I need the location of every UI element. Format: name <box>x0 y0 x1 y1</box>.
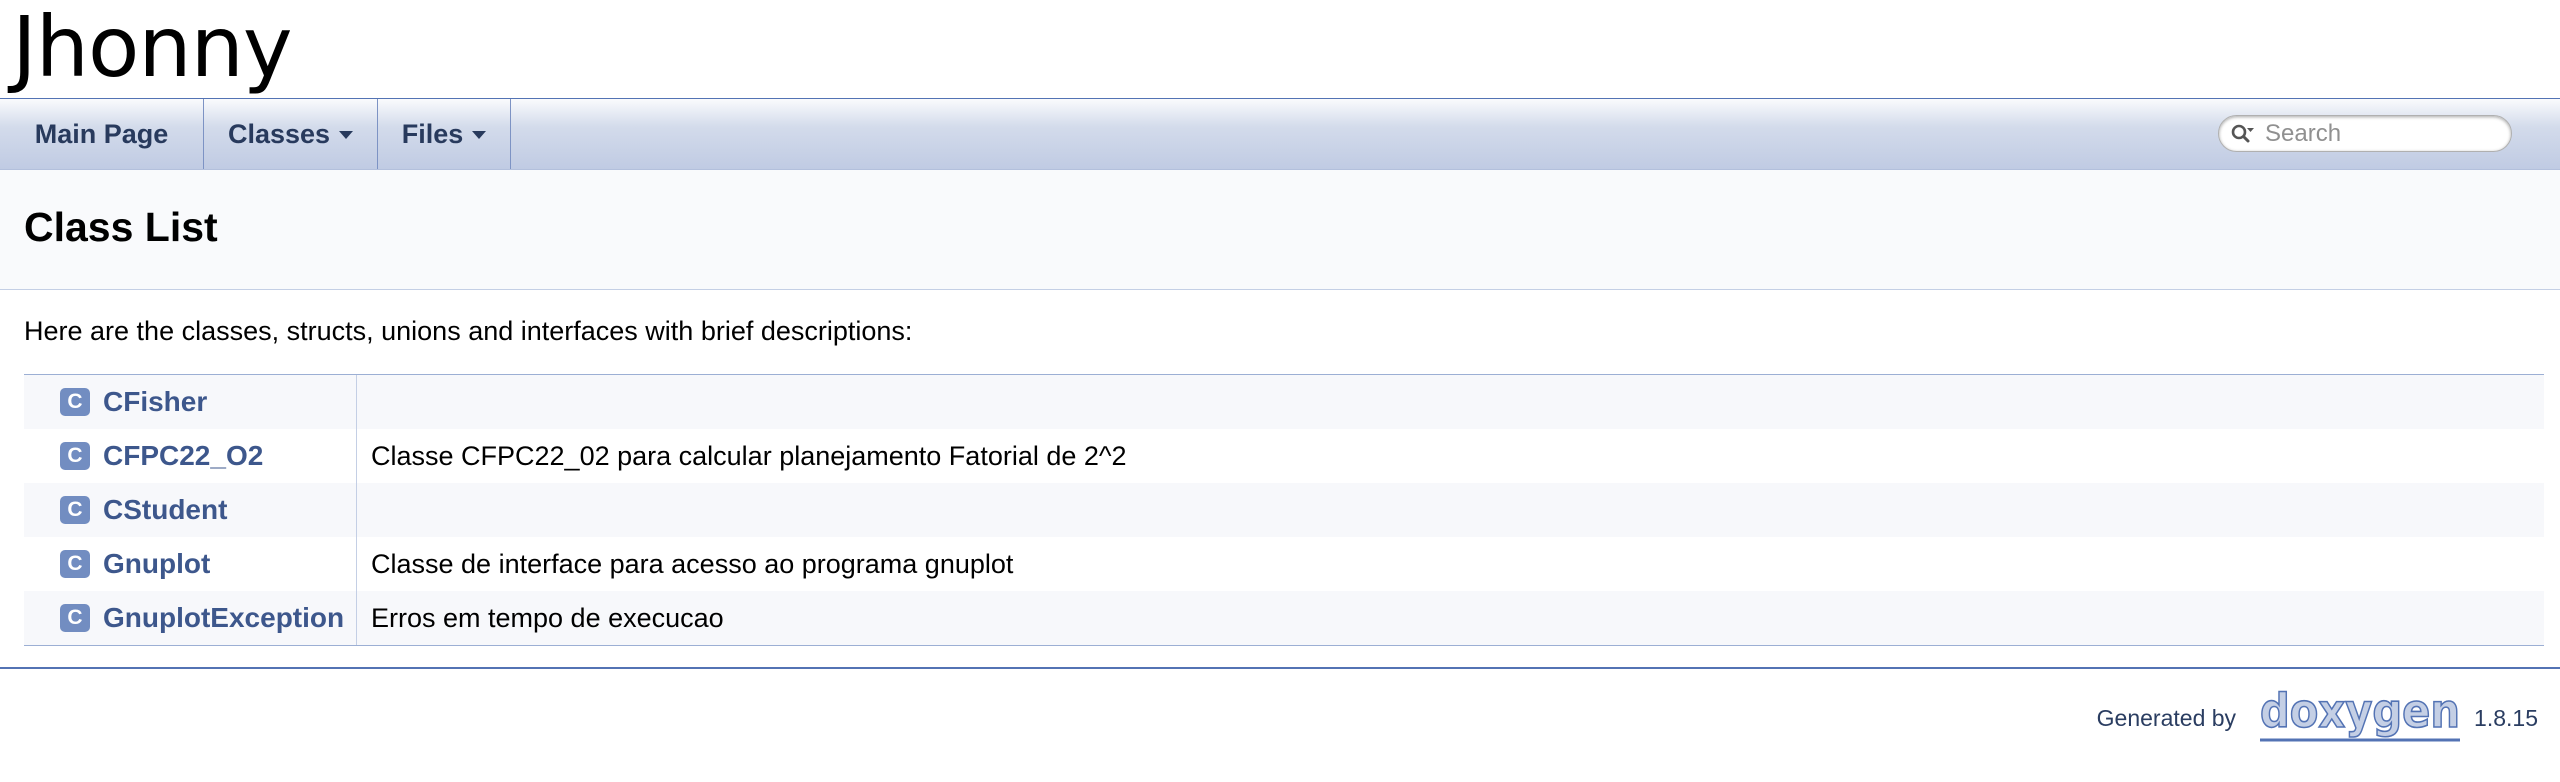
chevron-down-icon <box>472 131 487 139</box>
intro-text: Here are the classes, structs, unions an… <box>24 316 913 346</box>
class-icon: C <box>60 442 90 470</box>
class-description: Erros em tempo de execucao <box>371 602 724 633</box>
doxygen-logo[interactable]: doxygen <box>2256 690 2466 746</box>
main-navigation: Main Page Classes Files <box>0 99 2560 170</box>
generated-by-text: Generated by <box>2096 704 2237 731</box>
page-title: Class List <box>24 204 218 250</box>
doxygen-version: 1.8.15 <box>2474 704 2538 731</box>
table-row: C CFisher <box>24 375 2544 429</box>
class-description: Classe CFPC22_02 para calcular planejame… <box>371 440 1127 471</box>
class-icon: C <box>60 550 90 578</box>
class-name-cell: C CFisher <box>24 375 357 429</box>
class-icon: C <box>60 604 90 632</box>
nav-main-page-label: Main Page <box>34 118 169 149</box>
class-link-cstudent[interactable]: CStudent <box>103 494 227 526</box>
class-link-cfisher[interactable]: CFisher <box>103 386 207 418</box>
search-input[interactable] <box>2265 118 2501 149</box>
footer: Generated by doxygen 1.8.15 <box>2097 690 2538 746</box>
class-icon: C <box>60 496 90 524</box>
footer-divider <box>0 667 2560 669</box>
project-name: Jhonny <box>12 0 293 96</box>
nav-files-label: Files <box>401 118 464 149</box>
table-row: C CFPC22_O2 Classe CFPC22_02 para calcul… <box>24 429 2544 483</box>
class-link-gnuplotexception[interactable]: GnuplotException <box>103 602 344 634</box>
class-link-gnuplot[interactable]: Gnuplot <box>103 548 210 580</box>
class-icon: C <box>60 388 90 416</box>
nav-main-page[interactable]: Main Page <box>0 99 204 169</box>
class-name-cell: C CFPC22_O2 <box>24 429 357 483</box>
nav-classes-label: Classes <box>227 118 331 149</box>
class-link-cfpc22-o2[interactable]: CFPC22_O2 <box>103 440 263 472</box>
nav-files[interactable]: Files <box>378 99 511 169</box>
table-row: C Gnuplot Classe de interface para acess… <box>24 537 2544 591</box>
search-icon[interactable] <box>2231 123 2255 145</box>
chevron-down-icon <box>339 131 354 139</box>
nav-classes[interactable]: Classes <box>204 99 378 169</box>
svg-text:doxygen: doxygen <box>2260 690 2460 738</box>
table-row: C GnuplotException Erros em tempo de exe… <box>24 591 2544 645</box>
class-description: Classe de interface para acesso ao progr… <box>371 548 1014 579</box>
class-list-table: C CFisher C CFPC22_O2 Classe CFPC22_02 p… <box>24 374 2544 646</box>
table-row: C CStudent <box>24 483 2544 537</box>
class-name-cell: C Gnuplot <box>24 537 357 591</box>
page-header: Class List <box>0 170 2560 290</box>
class-name-cell: C GnuplotException <box>24 591 357 645</box>
class-name-cell: C CStudent <box>24 483 357 537</box>
search-box[interactable] <box>2218 115 2512 152</box>
title-area: Jhonny <box>0 0 2560 99</box>
